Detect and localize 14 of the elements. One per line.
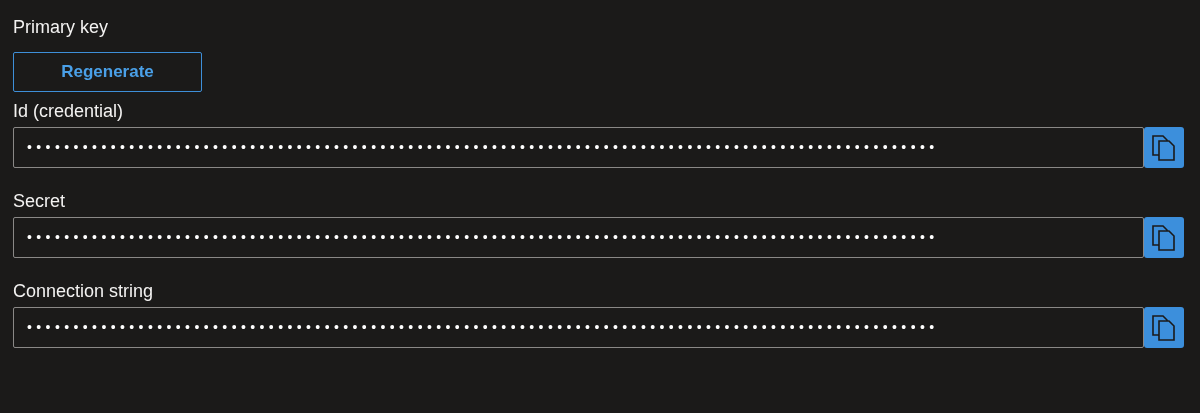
field-label: Id (credential) [13, 100, 124, 123]
section-title: Primary key [13, 16, 108, 39]
copy-icon [1151, 223, 1177, 252]
copy-button[interactable] [1144, 127, 1184, 168]
copy-button[interactable] [1144, 217, 1184, 258]
copy-icon [1151, 133, 1177, 162]
copy-button[interactable] [1144, 307, 1184, 348]
copy-icon [1151, 313, 1177, 342]
field-label: Secret [13, 190, 66, 213]
field-label: Connection string [13, 280, 154, 303]
password-field[interactable]: •••••••••••••••••••••••••••••••••••••••••••••••••••••••••••••••••••••••••••••••••••••••••••••••••• [13, 307, 1144, 348]
password-field[interactable]: •••••••••••••••••••••••••••••••••••••••••••••••••••••••••••••••••••••••••••••••••••••••••••••••••• [13, 127, 1144, 168]
password-field[interactable]: •••••••••••••••••••••••••••••••••••••••••••••••••••••••••••••••••••••••••••••••••••••••••••••••••• [13, 217, 1144, 258]
regenerate-button[interactable]: Regenerate [13, 52, 202, 92]
